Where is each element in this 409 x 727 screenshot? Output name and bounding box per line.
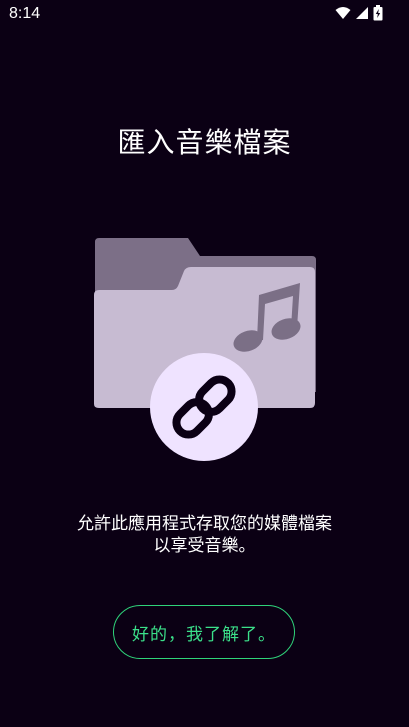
status-time: 8:14 <box>9 5 41 22</box>
cellular-signal-icon <box>355 6 369 25</box>
battery-charging-icon <box>373 5 383 26</box>
permission-screen: 8:14 匯入音樂檔案 允許此應用程式存取您的媒體檔案 以享受音樂。 好的，我了… <box>0 0 409 727</box>
wifi-icon <box>335 6 351 25</box>
ok-button-label: 好的，我了解了。 <box>132 624 276 644</box>
description-line-1: 允許此應用程式存取您的媒體檔案 <box>77 514 332 533</box>
permission-description: 允許此應用程式存取您的媒體檔案 以享受音樂。 <box>30 513 379 557</box>
status-bar: 8:14 <box>0 0 409 28</box>
ok-button[interactable]: 好的，我了解了。 <box>113 605 295 659</box>
status-icons <box>335 5 383 26</box>
description-line-2: 以享受音樂。 <box>153 536 256 555</box>
link-icon <box>150 353 258 461</box>
page-title: 匯入音樂檔案 <box>117 127 292 158</box>
media-access-illustration <box>90 232 322 464</box>
